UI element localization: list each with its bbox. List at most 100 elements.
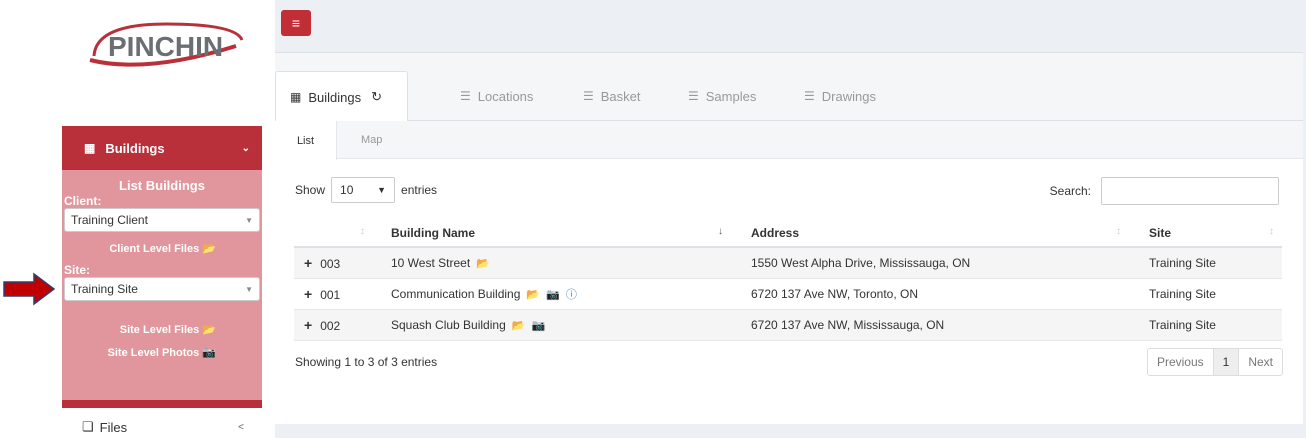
sort-asc-icon: ↓ bbox=[718, 226, 723, 237]
pinchin-logo: PINCHIN bbox=[86, 16, 246, 76]
tab-buildings-label: Buildings bbox=[308, 89, 362, 105]
table-row[interactable]: +002 Squash Club Building 📂 📷 6720 137 Ave… bbox=[294, 309, 1282, 341]
tab-drawings-label: Drawings bbox=[821, 88, 876, 104]
table-row[interactable]: +003 10 West Street 📂 1550 West Alpha Dri… bbox=[294, 247, 1282, 279]
building-site: Training Site bbox=[1129, 309, 1282, 341]
folder-icon[interactable]: 📂 bbox=[512, 320, 526, 332]
building-address: 6720 137 Ave NW, Toronto, ON bbox=[731, 278, 1129, 310]
subtab-bar: List Map bbox=[275, 121, 1303, 160]
entries-label: entries bbox=[401, 183, 438, 197]
tab-buildings[interactable]: ▦ Buildings ↻ bbox=[275, 71, 408, 122]
building-site: Training Site bbox=[1129, 247, 1282, 279]
camera-icon[interactable]: 📷 bbox=[546, 289, 560, 301]
site-select-value: Training Site bbox=[71, 282, 138, 296]
show-label: Show bbox=[295, 183, 326, 197]
list-icon: ☰ bbox=[688, 89, 699, 103]
files-label: Files bbox=[99, 419, 128, 435]
client-select[interactable]: Training Client ▼ bbox=[64, 208, 260, 232]
tab-basket-label: Basket bbox=[600, 88, 641, 104]
expand-icon[interactable]: + bbox=[304, 286, 312, 302]
tab-locations-label: Locations bbox=[477, 88, 534, 104]
expand-icon[interactable]: + bbox=[304, 255, 312, 271]
sidebar-buildings-panel: ▦ Buildings ⌄ List Buildings Client: Tra… bbox=[62, 126, 262, 408]
building-id: 002 bbox=[320, 318, 341, 333]
caret-down-icon: ▼ bbox=[245, 215, 253, 225]
main-content: ▦ Buildings ↻ ☰ Locations ☰ Basket ☰ Sam… bbox=[275, 52, 1303, 424]
next-page-button[interactable]: Next bbox=[1239, 349, 1282, 375]
list-buildings-link[interactable]: List Buildings bbox=[62, 178, 262, 193]
camera-icon: 📷 bbox=[202, 347, 216, 359]
showing-entries-text: Showing 1 to 3 of 3 entries bbox=[295, 355, 438, 369]
buildings-table: ↕ Building Name ↓ Address ↕ Site ↕ +003 … bbox=[294, 219, 1282, 341]
menu-toggle-button[interactable]: ≡ bbox=[281, 10, 311, 36]
files-icon: ❏ bbox=[82, 419, 94, 434]
tab-drawings[interactable]: ☰ Drawings bbox=[804, 71, 876, 121]
search-control: Search: bbox=[1050, 177, 1279, 205]
site-label: Site: bbox=[64, 263, 91, 277]
list-icon: ☰ bbox=[460, 89, 471, 103]
caret-down-icon: ▼ bbox=[245, 284, 253, 294]
tab-locations[interactable]: ☰ Locations bbox=[460, 71, 533, 121]
column-header-id[interactable]: ↕ bbox=[294, 219, 373, 248]
list-icon: ☰ bbox=[804, 89, 815, 103]
folder-icon: 📂 bbox=[202, 324, 216, 336]
client-level-files-link[interactable]: Client Level Files 📂 bbox=[62, 242, 262, 255]
tab-bar: ▦ Buildings ↻ ☰ Locations ☰ Basket ☰ Sam… bbox=[275, 53, 1303, 122]
client-select-value: Training Client bbox=[71, 213, 148, 227]
tab-basket[interactable]: ☰ Basket bbox=[583, 71, 641, 121]
sort-icon: ↕ bbox=[1269, 226, 1274, 237]
site-level-photos-link[interactable]: Site Level Photos 📷 bbox=[62, 346, 262, 359]
entries-select[interactable]: 10 ▼ bbox=[331, 177, 396, 203]
building-address: 6720 137 Ave NW, Mississauga, ON bbox=[731, 309, 1129, 341]
client-label: Client: bbox=[64, 194, 102, 208]
chevron-left-icon: < bbox=[238, 421, 244, 433]
subtab-map[interactable]: Map bbox=[361, 121, 382, 159]
tab-samples[interactable]: ☰ Samples bbox=[688, 71, 756, 121]
sidebar-header-label: Buildings bbox=[105, 140, 165, 156]
search-label: Search: bbox=[1049, 184, 1091, 198]
show-entries-control: Show 10 ▼ entries bbox=[295, 177, 437, 203]
camera-icon[interactable]: 📷 bbox=[531, 320, 545, 332]
building-name[interactable]: Squash Club Building bbox=[391, 318, 506, 332]
search-input[interactable] bbox=[1101, 177, 1279, 205]
sidebar-bottom-bar bbox=[62, 400, 262, 408]
address-header-label: Address bbox=[751, 225, 800, 240]
building-id: 001 bbox=[320, 287, 341, 302]
subtab-list[interactable]: List bbox=[275, 121, 337, 160]
building-name-header-label: Building Name bbox=[391, 225, 476, 240]
building-name[interactable]: 10 West Street bbox=[391, 256, 470, 270]
previous-page-button[interactable]: Previous bbox=[1148, 349, 1213, 375]
building-name[interactable]: Communication Building bbox=[391, 287, 520, 301]
expand-icon[interactable]: + bbox=[304, 317, 312, 333]
sort-icon: ↕ bbox=[360, 226, 365, 237]
table-row[interactable]: +001 Communication Building 📂 📷 ⓘ 6720 137 … bbox=[294, 278, 1282, 310]
client-files-label: Client Level Files bbox=[109, 243, 200, 255]
building-icon: ▦ bbox=[84, 141, 96, 155]
caret-down-icon: ▼ bbox=[377, 185, 387, 195]
folder-icon: 📂 bbox=[202, 243, 216, 255]
chevron-down-icon: ⌄ bbox=[241, 142, 250, 154]
column-header-address[interactable]: Address ↕ bbox=[731, 219, 1129, 248]
info-icon[interactable]: ⓘ bbox=[566, 289, 577, 301]
red-arrow-annotation bbox=[2, 272, 56, 306]
column-header-building-name[interactable]: Building Name ↓ bbox=[373, 219, 731, 248]
folder-icon[interactable]: 📂 bbox=[476, 258, 490, 270]
pagination: Previous 1 Next bbox=[1146, 348, 1283, 376]
site-level-files-link[interactable]: Site Level Files 📂 bbox=[62, 323, 262, 336]
folder-icon[interactable]: 📂 bbox=[526, 289, 540, 301]
entries-value: 10 bbox=[340, 183, 354, 197]
site-files-label: Site Level Files bbox=[119, 324, 200, 336]
page-1-button[interactable]: 1 bbox=[1212, 349, 1240, 375]
svg-text:PINCHIN: PINCHIN bbox=[108, 31, 223, 62]
site-select[interactable]: Training Site ▼ bbox=[64, 277, 260, 301]
hamburger-icon: ≡ bbox=[291, 15, 301, 31]
tab-samples-label: Samples bbox=[705, 88, 757, 104]
building-address: 1550 West Alpha Drive, Mississauga, ON bbox=[731, 247, 1129, 279]
sort-icon: ↕ bbox=[1116, 226, 1121, 237]
sidebar-item-files[interactable]: ❏ Files < bbox=[62, 416, 262, 438]
site-header-label: Site bbox=[1149, 225, 1172, 240]
list-icon: ☰ bbox=[583, 89, 594, 103]
sidebar-item-buildings[interactable]: ▦ Buildings ⌄ bbox=[62, 126, 262, 170]
column-header-site[interactable]: Site ↕ bbox=[1129, 219, 1282, 248]
refresh-icon[interactable]: ↻ bbox=[371, 89, 382, 105]
